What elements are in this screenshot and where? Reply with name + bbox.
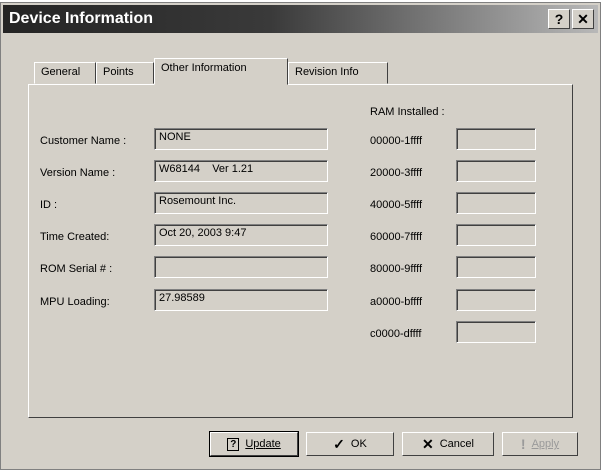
tab-label: Other Information	[161, 62, 247, 74]
customer-name-field[interactable]: NONE	[154, 128, 328, 150]
mpu-loading-field[interactable]: 27.98589	[154, 289, 328, 311]
question-icon: ?	[227, 437, 240, 451]
question-mark-icon: ?	[554, 11, 564, 27]
ok-button-label: OK	[350, 438, 367, 450]
apply-button-label: Apply	[531, 438, 560, 450]
time-created-label: Time Created:	[40, 231, 110, 243]
tab-other-information[interactable]: Other Information	[154, 58, 288, 85]
close-button[interactable]: ✕	[572, 9, 594, 29]
ram-range-field[interactable]	[456, 128, 536, 150]
ram-range-label: 60000-7ffff	[370, 231, 422, 243]
tab-revision-info[interactable]: Revision Info	[288, 62, 388, 84]
tab-label: Points	[103, 66, 134, 78]
ram-range-field[interactable]	[456, 256, 536, 278]
rom-serial-field[interactable]	[154, 256, 328, 278]
ok-button[interactable]: ✓ OK	[306, 432, 394, 456]
cancel-button[interactable]: ✕ Cancel	[402, 432, 494, 456]
ram-range-field[interactable]	[456, 289, 536, 311]
x-icon: ✕	[422, 435, 434, 452]
ram-range-field[interactable]	[456, 192, 536, 214]
update-button[interactable]: ? Update	[209, 431, 299, 457]
version-name-label: Version Name :	[40, 167, 116, 179]
tab-label: Revision Info	[295, 66, 359, 78]
cancel-button-label: Cancel	[439, 438, 474, 450]
close-icon: ✕	[577, 11, 589, 27]
ram-range-label: 00000-1ffff	[370, 135, 422, 147]
update-button-label: Update	[245, 438, 281, 450]
ram-range-label: 40000-5ffff	[370, 199, 422, 211]
id-field[interactable]: Rosemount Inc.	[154, 192, 328, 214]
tab-label: General	[41, 66, 81, 78]
ram-range-label: 80000-9ffff	[370, 263, 422, 275]
mpu-loading-label: MPU Loading:	[40, 296, 110, 308]
apply-button[interactable]: ! Apply	[502, 432, 578, 456]
tab-points[interactable]: Points	[96, 62, 154, 84]
checkmark-icon: ✓	[333, 435, 345, 452]
id-label: ID :	[40, 199, 58, 211]
rom-serial-label: ROM Serial # :	[40, 263, 113, 275]
customer-name-label: Customer Name :	[40, 135, 127, 147]
title-bar[interactable]: Device Information ? ✕	[3, 5, 598, 33]
ram-range-label: a0000-bffff	[370, 296, 422, 308]
ram-range-field[interactable]	[456, 321, 536, 343]
tab-general[interactable]: General	[34, 62, 96, 84]
ram-range-label: c0000-dffff	[370, 328, 422, 340]
window-title: Device Information	[9, 10, 154, 27]
ram-range-field[interactable]	[456, 224, 536, 246]
help-button[interactable]: ?	[548, 9, 570, 29]
version-name-field[interactable]: W68144 Ver 1.21	[154, 160, 328, 182]
ram-range-label: 20000-3ffff	[370, 167, 422, 179]
ram-range-field[interactable]	[456, 160, 536, 182]
ram-installed-heading: RAM Installed :	[370, 106, 445, 118]
exclamation-icon: !	[520, 436, 526, 452]
time-created-field[interactable]: Oct 20, 2003 9:47	[154, 224, 328, 246]
